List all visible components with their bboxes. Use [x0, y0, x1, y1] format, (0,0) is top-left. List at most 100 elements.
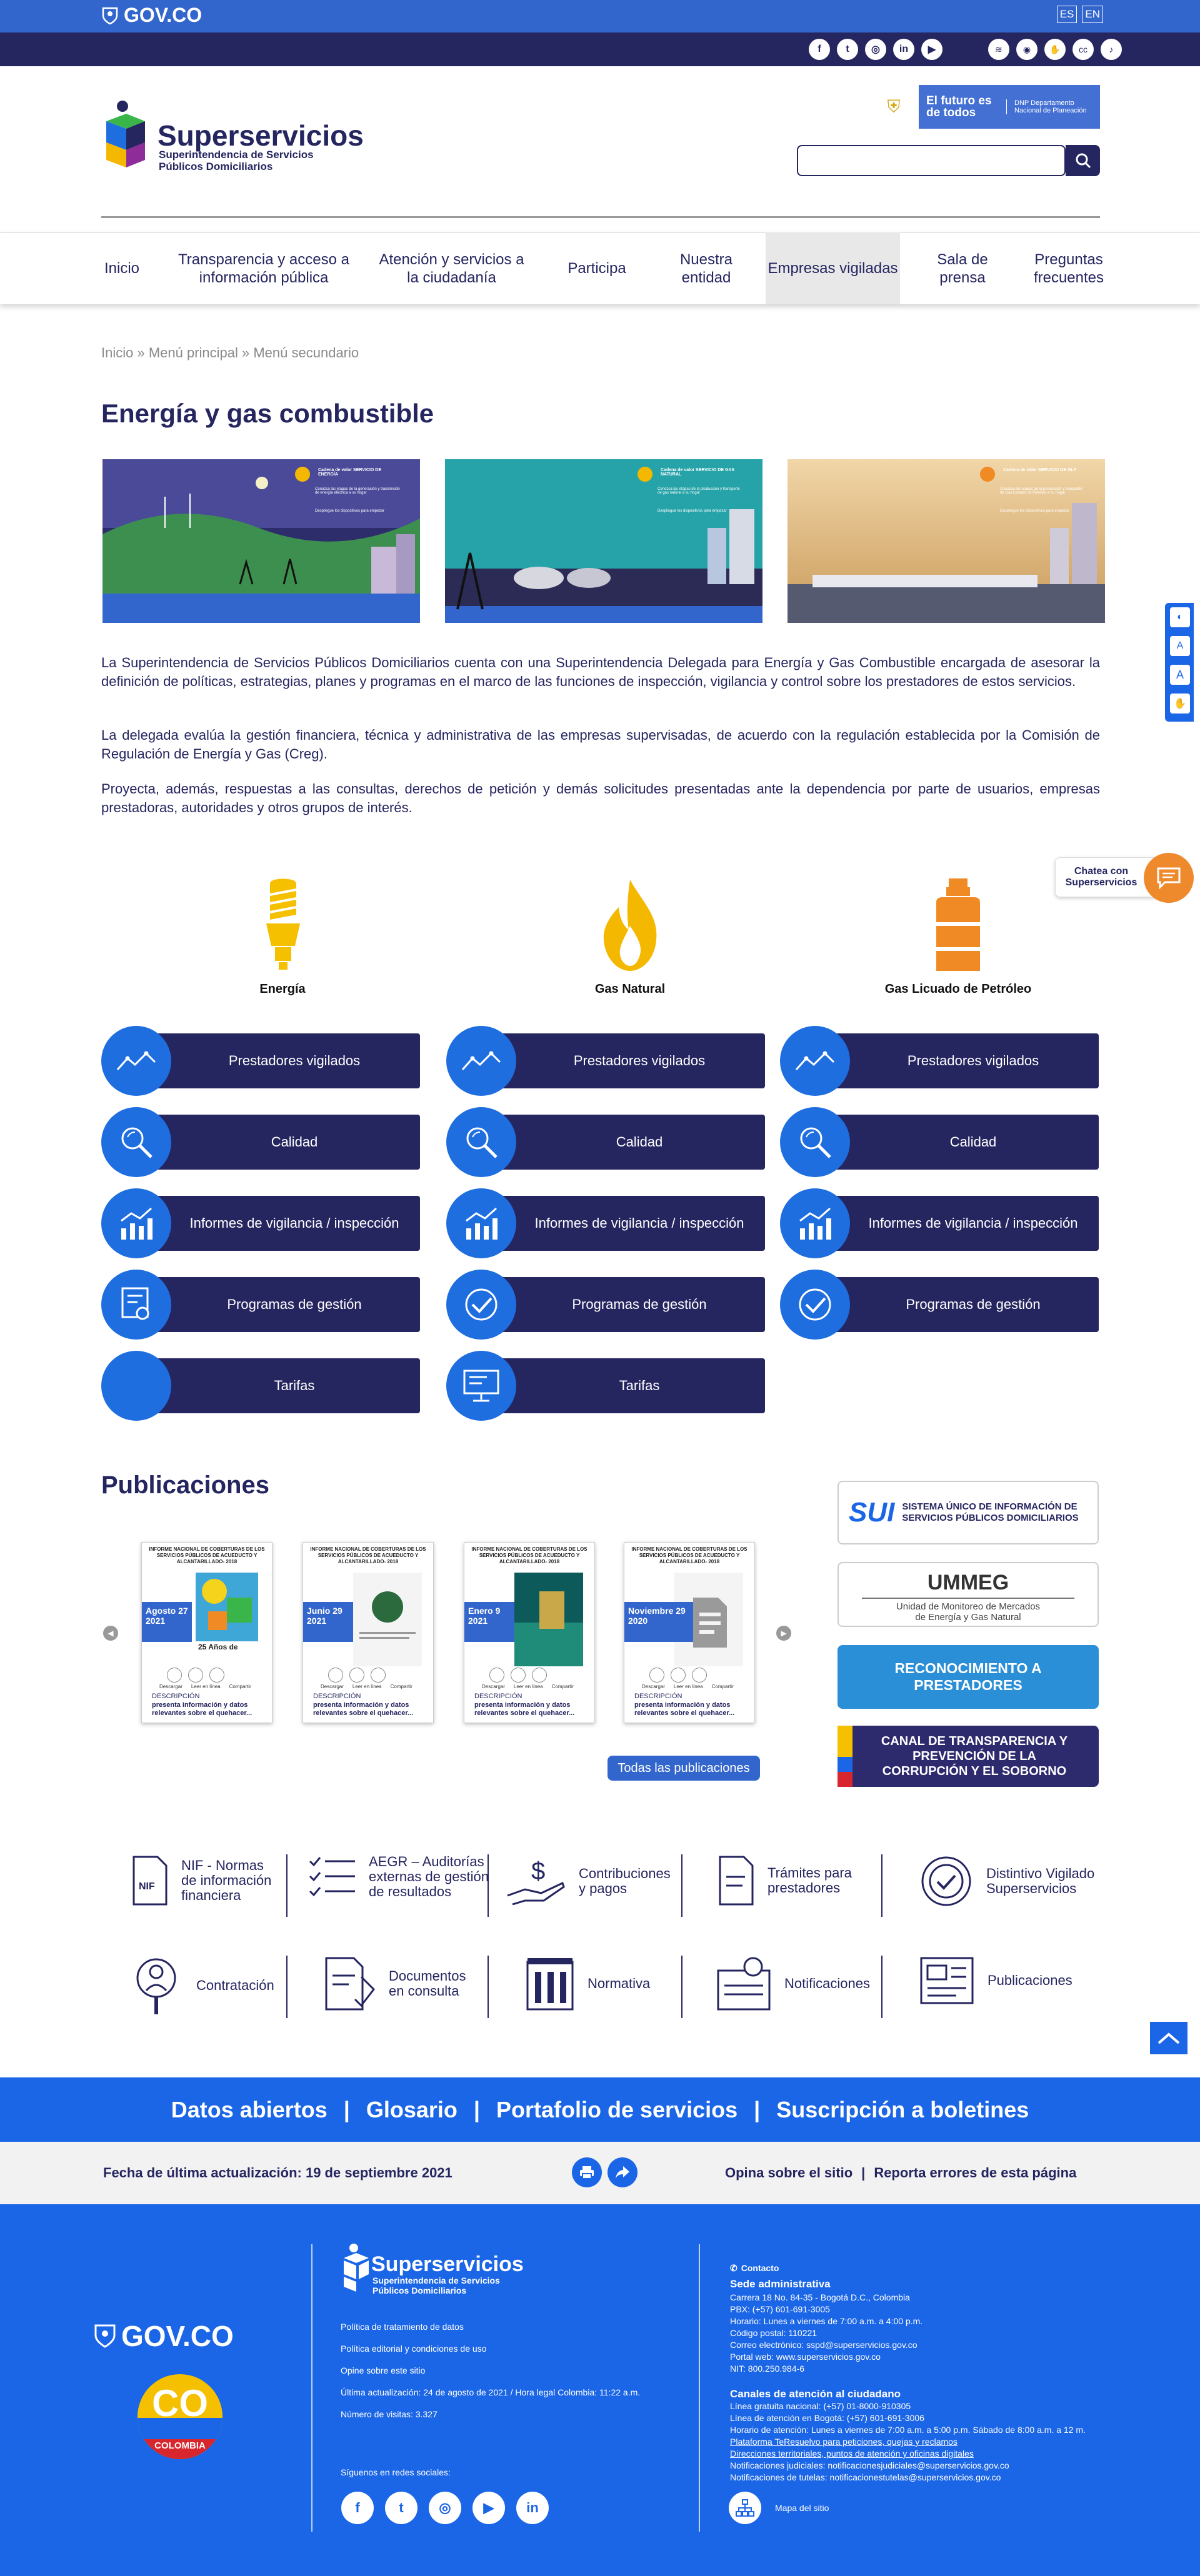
search-button[interactable] [1066, 145, 1100, 176]
linkedin-icon[interactable]: in [893, 39, 914, 60]
energia-tarifas-button[interactable]: Tarifas [101, 1351, 420, 1421]
footer-link-opine[interactable]: Opine sobre este sitio [341, 2363, 425, 2378]
service-documentos[interactable]: Documentos en consulta [324, 1956, 476, 2012]
download-icon[interactable] [328, 1668, 343, 1683]
sede-line[interactable]: Correo electrónico: sspd@superservicios.… [730, 2339, 1105, 2351]
carousel-prev-button[interactable]: ◀ [103, 1626, 118, 1641]
download-icon[interactable] [649, 1668, 664, 1683]
banner-energia[interactable]: Cadena de valor SERVICIO DE ENERGÍA Cono… [102, 459, 420, 623]
gas-informes-button[interactable]: Informes de vigilancia / inspección [446, 1188, 765, 1258]
nav-inicio[interactable]: Inicio [101, 232, 142, 304]
sitemap-label[interactable]: Mapa del sitio [775, 2500, 829, 2515]
read-online-icon[interactable] [349, 1668, 364, 1683]
sui-link[interactable]: SUI SISTEMA ÚNICO DE INFORMACIÓN DE SERV… [838, 1481, 1099, 1544]
all-publications-button[interactable]: Todas las publicaciones [608, 1756, 760, 1781]
brand-title[interactable]: Superservicios [158, 119, 364, 152]
superservicios-logo-mark-icon[interactable] [101, 100, 151, 177]
facebook-icon[interactable]: f [809, 39, 830, 60]
lang-es[interactable]: ES [1056, 6, 1078, 23]
footer-govco-logo[interactable]: GOV.CO [94, 2319, 234, 2353]
share-icon[interactable] [532, 1668, 547, 1683]
font-increase-icon[interactable]: A [1170, 665, 1190, 685]
reporta-link[interactable]: Reporta errores de esta página [874, 2165, 1076, 2181]
back-to-top-button[interactable] [1150, 2022, 1188, 2054]
service-notificaciones[interactable]: Notificaciones [716, 1956, 870, 2012]
link-suscripcion[interactable]: Suscripción a boletines [776, 2097, 1029, 2123]
service-distintivo[interactable]: Distintivo Vigilado Superservicios [919, 1854, 1111, 1908]
canal-line[interactable]: Direcciones territoriales, puntos de ate… [730, 2448, 1168, 2460]
footer-link-editorial[interactable]: Política editorial y condiciones de uso [341, 2341, 486, 2356]
glp-programas-button[interactable]: Programas de gestión [780, 1270, 1099, 1340]
wifi-icon[interactable]: ≋ [988, 39, 1009, 60]
service-contribuciones[interactable]: $ Contribuciones y pagos [506, 1854, 679, 1908]
footer-facebook-icon[interactable]: f [341, 2492, 374, 2524]
sede-line[interactable]: Portal web: www.superservicios.gov.co [730, 2351, 1105, 2363]
audio-icon[interactable]: ♪ [1101, 39, 1122, 60]
nav-preguntas-frecuentes[interactable]: Preguntas frecuentes [1025, 232, 1112, 304]
instagram-icon[interactable]: ◎ [865, 39, 886, 60]
canal-line[interactable]: Plataforma TeResuelvo para peticiones, q… [730, 2436, 1168, 2448]
glp-informes-button[interactable]: Informes de vigilancia / inspección [780, 1188, 1099, 1258]
link-glosario[interactable]: Glosario [366, 2097, 458, 2123]
breadcrumb[interactable]: Inicio » Menú principal » Menú secundari… [101, 345, 359, 361]
banner-gas-natural[interactable]: Cadena de valor SERVICIO DE GAS NATURAL … [445, 459, 762, 623]
youtube-icon[interactable]: ▶ [921, 39, 942, 60]
footer-instagram-icon[interactable]: ◎ [429, 2492, 461, 2524]
footer-link-privacy[interactable]: Política de tratamiento de datos [341, 2319, 464, 2334]
read-online-icon[interactable] [511, 1668, 526, 1683]
energia-calidad-button[interactable]: Calidad [101, 1107, 420, 1177]
contrast-icon[interactable]: ◐ [1170, 607, 1190, 627]
nav-sala-de-prensa[interactable]: Sala de prensa [919, 232, 1006, 304]
publication-card[interactable]: INFORME NACIONAL DE COBERTURAS DE LOS SE… [141, 1542, 272, 1723]
publication-card[interactable]: INFORME NACIONAL DE COBERTURAS DE LOS SE… [624, 1542, 755, 1723]
nav-empresas-vigiladas[interactable]: Empresas vigiladas [766, 232, 900, 304]
service-nif[interactable]: NIF NIF - Normas de información financie… [131, 1854, 281, 1907]
cc-icon[interactable]: cc [1072, 39, 1094, 60]
energia-programas-button[interactable]: Programas de gestión [101, 1270, 420, 1340]
share-page-button[interactable] [608, 2157, 638, 2187]
share-icon[interactable] [371, 1668, 386, 1683]
canal-transparencia-button[interactable]: CANAL DE TRANSPARENCIA Y PREVENCIÓN DE L… [838, 1726, 1099, 1787]
footer-twitter-icon[interactable]: t [385, 2492, 418, 2524]
eye-icon[interactable]: ◉ [1016, 39, 1038, 60]
gas-prestadores-button[interactable]: Prestadores vigilados [446, 1026, 765, 1096]
sitemap-button[interactable] [729, 2492, 761, 2524]
sign-language-widget-icon[interactable]: ✋ [1170, 694, 1190, 714]
energia-informes-button[interactable]: Informes de vigilancia / inspección [101, 1188, 420, 1258]
service-aegr[interactable]: AEGR – Auditorías externas de gestión de… [308, 1854, 494, 1899]
glp-calidad-button[interactable]: Calidad [780, 1107, 1099, 1177]
footer-youtube-icon[interactable]: ▶ [472, 2492, 505, 2524]
print-button[interactable] [572, 2157, 602, 2187]
banner-glp[interactable]: Cadena de valor SERVICIO DE GLP Conozca … [788, 459, 1105, 623]
dnp-banner[interactable]: ⛨ El futuro es de todos DNP Departamento… [869, 85, 1100, 129]
energia-prestadores-button[interactable]: Prestadores vigilados [101, 1026, 420, 1096]
read-online-icon[interactable] [671, 1668, 686, 1683]
publication-card[interactable]: INFORME NACIONAL DE COBERTURAS DE LOS SE… [464, 1542, 595, 1723]
gas-calidad-button[interactable]: Calidad [446, 1107, 765, 1177]
carousel-next-button[interactable]: ▶ [776, 1626, 791, 1641]
nav-transparencia[interactable]: Transparencia y acceso a información púb… [176, 232, 351, 304]
reconocimiento-button[interactable]: RECONOCIMIENTO A PRESTADORES [838, 1645, 1099, 1709]
opina-link[interactable]: Opina sobre el sitio [725, 2165, 852, 2181]
font-decrease-icon[interactable]: A [1170, 636, 1190, 656]
canal-line[interactable]: Notificaciones de tutelas: notificacione… [730, 2472, 1168, 2484]
chat-button[interactable] [1144, 853, 1194, 903]
gas-programas-button[interactable]: Programas de gestión [446, 1270, 765, 1340]
search-input[interactable] [797, 145, 1066, 176]
share-icon[interactable] [209, 1668, 224, 1683]
share-icon[interactable] [692, 1668, 707, 1683]
nav-participa[interactable]: Participa [556, 232, 638, 304]
gas-tarifas-button[interactable]: Tarifas [446, 1351, 765, 1421]
govco-logo[interactable]: GOV.CO [101, 4, 202, 27]
sign-language-icon[interactable]: ✋ [1044, 39, 1066, 60]
service-tramites[interactable]: Trámites para prestadores [718, 1854, 868, 1907]
download-icon[interactable] [167, 1668, 182, 1683]
link-portafolio[interactable]: Portafolio de servicios [496, 2097, 738, 2123]
download-icon[interactable] [489, 1668, 504, 1683]
ummeg-link[interactable]: UMMEG Unidad de Monitoreo de Mercados de… [838, 1562, 1099, 1627]
glp-prestadores-button[interactable]: Prestadores vigilados [780, 1026, 1099, 1096]
link-datos-abiertos[interactable]: Datos abiertos [171, 2097, 328, 2123]
publication-card[interactable]: INFORME NACIONAL DE COBERTURAS DE LOS SE… [302, 1542, 434, 1723]
service-normativa[interactable]: Normativa [525, 1956, 650, 2012]
nav-atencion[interactable]: Atención y servicios a la ciudadanía [375, 232, 528, 304]
